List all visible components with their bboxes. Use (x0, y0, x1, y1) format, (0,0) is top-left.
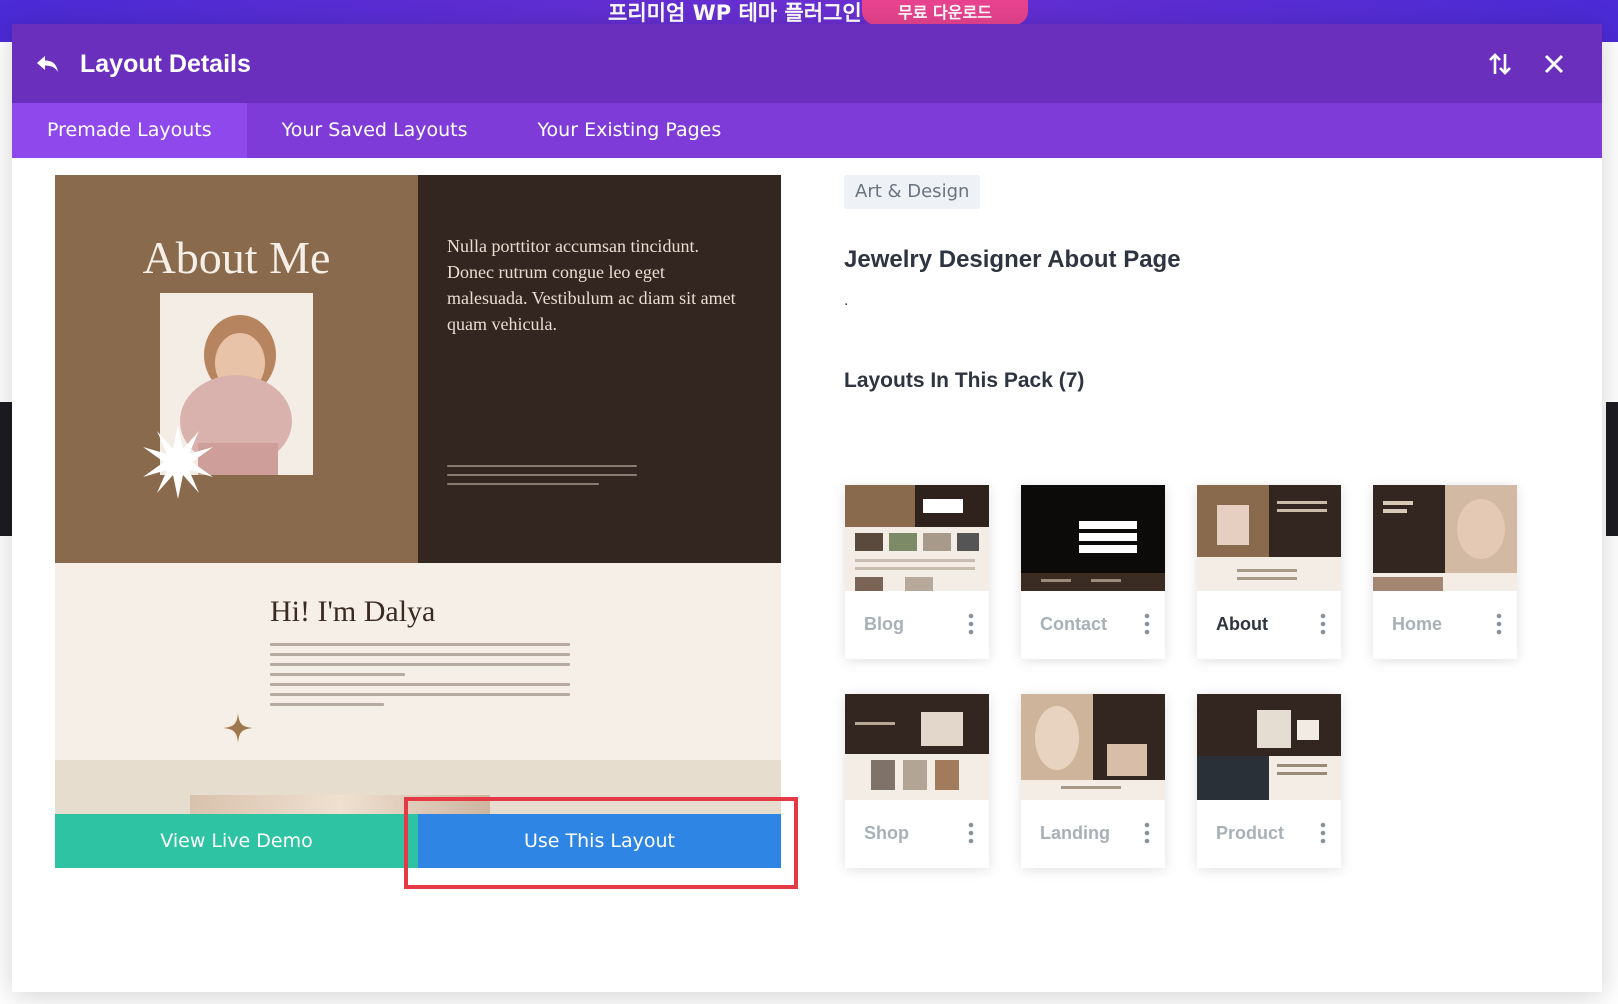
pack-card-home[interactable]: Home (1373, 485, 1517, 659)
preview-greeting: Hi! I'm Dalya (270, 595, 436, 628)
starburst-icon (143, 425, 213, 499)
modal-title: Layout Details (80, 50, 251, 78)
promo-text: 프리미엄 WP 테마 플러그인 (608, 1, 862, 25)
promo-download-button[interactable]: 무료 다운로드 (862, 0, 1028, 25)
pack-card-product[interactable]: Product (1197, 694, 1341, 868)
preview-body-text (270, 643, 570, 713)
preview-heading: About Me (142, 232, 331, 283)
pack-card-label: Product (1216, 823, 1285, 843)
preview-quote: Nulla porttitor accumsan tincidunt. Done… (447, 236, 736, 334)
pack-card-blog[interactable]: Blog (845, 485, 989, 659)
pack-card-label: Shop (864, 823, 909, 843)
pack-card-landing[interactable]: Landing (1021, 694, 1165, 868)
pack-thumbnail (1197, 694, 1341, 800)
pack-thumbnail (1021, 485, 1165, 591)
more-options-icon[interactable] (1495, 612, 1503, 636)
pack-card-contact[interactable]: Contact (1021, 485, 1165, 659)
pack-title: Layouts In This Pack (7) (844, 369, 1085, 392)
more-options-icon[interactable] (1143, 612, 1151, 636)
pack-thumbnail (1197, 485, 1341, 591)
more-options-icon[interactable] (1319, 821, 1327, 845)
pack-card-label: Blog (864, 614, 904, 634)
pack-card-shop[interactable]: Shop (845, 694, 989, 868)
preview-small-text (447, 465, 637, 492)
pack-card-label: Contact (1040, 614, 1107, 634)
pack-thumbnail (845, 485, 989, 591)
highlight-annotation (404, 797, 798, 889)
pack-card-label: Home (1392, 614, 1443, 634)
sparkle-icon (223, 713, 253, 743)
sort-icon[interactable] (1485, 49, 1515, 79)
background-edge-left (0, 402, 12, 536)
close-icon[interactable] (1539, 49, 1569, 79)
tab-premade-layouts[interactable]: Premade Layouts (12, 103, 247, 158)
pack-card-label: About (1216, 614, 1268, 634)
category-badge[interactable]: Art & Design (844, 175, 981, 209)
modal-header: Layout Details (12, 24, 1602, 103)
back-arrow-icon[interactable] (32, 48, 64, 80)
layout-preview-image: About Me Nulla porttitor accumsan tincid… (55, 175, 781, 815)
more-options-icon[interactable] (1319, 612, 1327, 636)
pack-card-about[interactable]: About (1197, 485, 1341, 659)
layout-name: Jewelry Designer About Page (844, 246, 1181, 273)
more-options-icon[interactable] (967, 821, 975, 845)
more-options-icon[interactable] (967, 612, 975, 636)
tab-saved-layouts[interactable]: Your Saved Layouts (247, 103, 503, 158)
background-edge-right (1606, 402, 1618, 536)
layout-description: . (844, 292, 849, 309)
view-live-demo-button[interactable]: View Live Demo (55, 814, 418, 868)
more-options-icon[interactable] (1143, 821, 1151, 845)
pack-thumbnail (845, 694, 989, 800)
pack-card-label: Landing (1040, 823, 1110, 843)
pack-thumbnail (1373, 485, 1517, 591)
pack-thumbnail (1021, 694, 1165, 800)
layout-tabs: Premade Layouts Your Saved Layouts Your … (12, 103, 1602, 158)
tab-existing-pages[interactable]: Your Existing Pages (502, 103, 756, 158)
